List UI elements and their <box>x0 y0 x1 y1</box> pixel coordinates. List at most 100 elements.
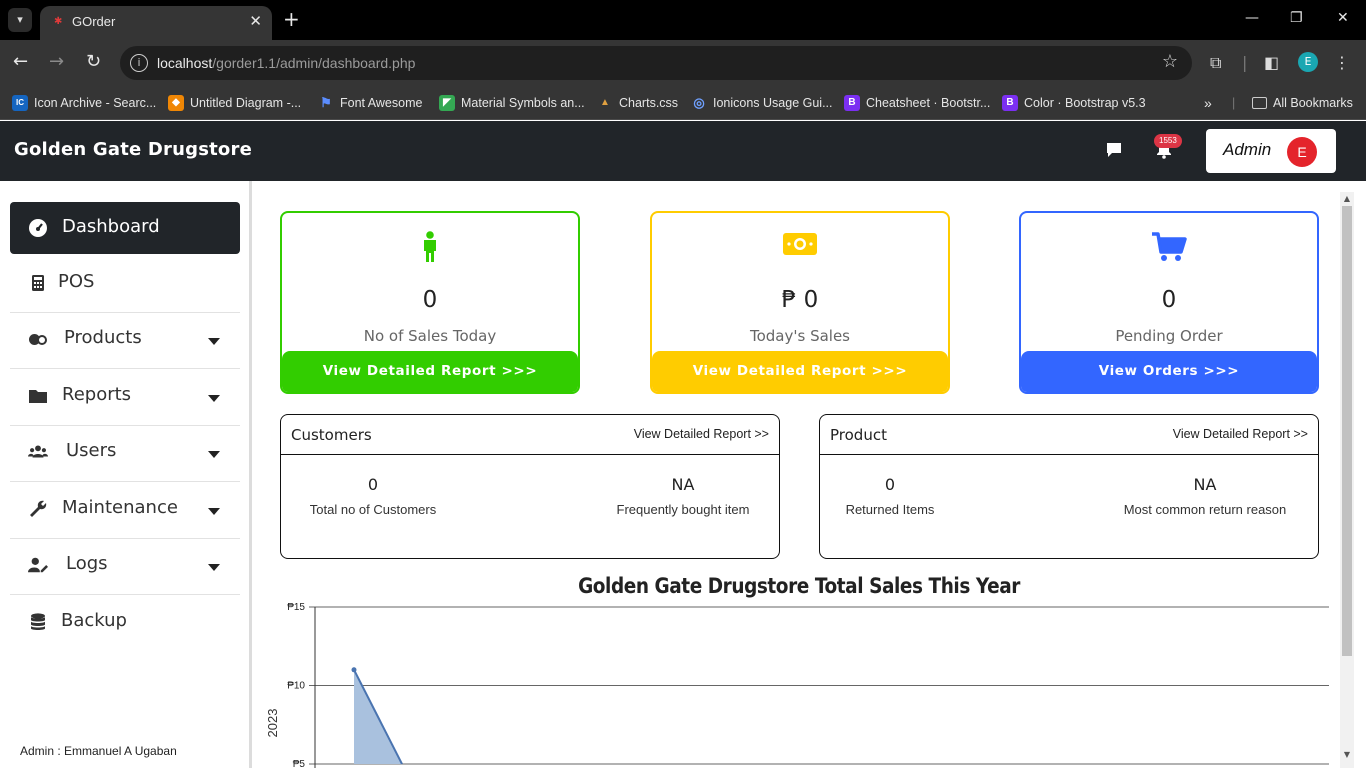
all-bookmarks[interactable]: All Bookmarks <box>1252 93 1353 113</box>
bookmark-favicon-icon: IC <box>12 95 28 111</box>
window-close-icon[interactable]: ✕ <box>1337 10 1349 26</box>
todays-sales-card: ₱ 0 Today's Sales View Detailed Report >… <box>650 211 950 394</box>
users-icon <box>28 445 48 458</box>
chevron-down-icon <box>208 395 220 402</box>
sidebar-item-maintenance[interactable]: Maintenance <box>10 483 240 539</box>
minimize-icon[interactable]: — <box>1245 10 1259 26</box>
sidebar-item-label: Reports <box>62 384 132 405</box>
bookmark-favicon-icon: ◆ <box>168 95 184 111</box>
view-detailed-report-button[interactable]: View Detailed Report >>> <box>652 351 948 392</box>
page-scrollbar[interactable]: ▲ ▼ <box>1340 192 1354 768</box>
sidebar-item-users[interactable]: Users <box>10 426 240 482</box>
browser-toolbar: ← → ↻ i localhost/gorder1.1/admin/dashbo… <box>0 40 1366 86</box>
common-return-reason-stat: NA Most common return reason <box>1112 475 1298 517</box>
panel-title: Product <box>830 426 887 444</box>
bookmark-item[interactable]: ◤ Material Symbols an... <box>439 93 585 113</box>
card-label: No of Sales Today <box>363 327 497 345</box>
profile-avatar[interactable]: E <box>1298 52 1318 72</box>
sales-chart: ₱15 ₱10 ₱5 2023 <box>265 602 1329 768</box>
product-panel: Product View Detailed Report >> 0 Return… <box>819 414 1319 559</box>
bookmark-item[interactable]: ▲ Charts.css <box>597 93 678 113</box>
data-point <box>351 667 357 673</box>
sidebar-item-pos[interactable]: POS <box>10 257 240 313</box>
y-tick-label: ₱5 <box>293 759 306 768</box>
browser-tabstrip: ▾ ✱ GOrder ✕ + — ❐ ✕ <box>0 0 1366 40</box>
sidebar-item-logs[interactable]: Logs <box>10 539 240 595</box>
more-bookmarks-icon[interactable]: » <box>1204 93 1212 113</box>
stat-label: Total no of Customers <box>309 502 437 517</box>
scroll-down-icon[interactable]: ▼ <box>1342 750 1352 759</box>
scroll-up-icon[interactable]: ▲ <box>1342 194 1352 203</box>
new-tab-icon[interactable]: + <box>283 8 300 30</box>
bookmark-star-icon[interactable]: ☆ <box>1162 51 1178 72</box>
browser-tab[interactable]: ✱ GOrder ✕ <box>40 6 272 40</box>
toolbar-divider: | <box>1242 53 1248 72</box>
browser-menu-icon[interactable]: ⋮ <box>1334 53 1350 72</box>
chevron-down-icon <box>208 451 220 458</box>
stat-value: NA <box>1193 475 1217 494</box>
site-info-icon[interactable]: i <box>130 54 148 72</box>
folder-icon <box>29 390 47 403</box>
sidebar-item-products[interactable]: Products <box>10 313 240 369</box>
sidebar-item-label: Logs <box>66 553 108 574</box>
tab-search-icon[interactable]: ▾ <box>8 8 32 32</box>
card-value: 0 <box>422 287 438 313</box>
reload-icon[interactable]: ↻ <box>86 52 101 72</box>
scroll-thumb[interactable] <box>1342 206 1352 656</box>
chevron-down-icon <box>208 338 220 345</box>
bookmark-item[interactable]: B Cheatsheet · Bootstr... <box>844 93 990 113</box>
bookmark-item[interactable]: B Color · Bootstrap v5.3 <box>1002 93 1146 113</box>
sidebar-item-dashboard[interactable]: Dashboard <box>10 202 240 254</box>
database-icon <box>31 613 45 630</box>
bookmark-favicon-icon: B <box>844 95 860 111</box>
view-detailed-report-link[interactable]: View Detailed Report >> <box>634 427 769 441</box>
panel-header: Product View Detailed Report >> <box>820 415 1318 455</box>
sidebar-item-backup[interactable]: Backup <box>10 596 240 652</box>
extensions-icon[interactable]: ⧉ <box>1210 53 1221 73</box>
bookmark-item[interactable]: ⚑ Font Awesome <box>318 93 422 113</box>
money-bill-icon <box>652 231 948 261</box>
gauge-icon <box>29 219 47 237</box>
user-pen-icon <box>28 557 48 573</box>
tab-title: GOrder <box>72 14 116 29</box>
sidebar-item-label: Backup <box>61 610 127 631</box>
total-customers-stat: 0 Total no of Customers <box>301 475 445 517</box>
chevron-down-icon <box>208 564 220 571</box>
view-orders-button[interactable]: View Orders >>> <box>1021 351 1317 392</box>
bookmark-item[interactable]: IC Icon Archive - Searc... <box>12 93 156 113</box>
sidebar-item-label: Dashboard <box>62 216 160 237</box>
bookmark-favicon-icon: ◎ <box>693 95 705 110</box>
tab-close-icon[interactable]: ✕ <box>249 12 262 30</box>
card-label: Pending Order <box>1115 327 1223 345</box>
side-panel-icon[interactable]: ◧ <box>1264 53 1279 72</box>
restore-icon[interactable]: ❐ <box>1290 10 1303 26</box>
folder-icon <box>1252 97 1267 109</box>
url-text[interactable]: localhost/gorder1.1/admin/dashboard.php <box>157 55 415 71</box>
card-value: 0 <box>1161 287 1177 313</box>
sidebar-item-label: Products <box>64 327 142 348</box>
admin-menu-button[interactable]: Admin E <box>1206 129 1336 173</box>
bookmark-item[interactable]: ◆ Untitled Diagram -... <box>168 93 301 113</box>
panel-header: Customers View Detailed Report >> <box>281 415 779 455</box>
forward-icon[interactable]: → <box>49 52 64 72</box>
address-bar[interactable]: i localhost/gorder1.1/admin/dashboard.ph… <box>120 46 1192 80</box>
sidebar-item-reports[interactable]: Reports <box>10 370 240 426</box>
stat-label: Most common return reason <box>1123 502 1287 517</box>
logged-in-user: Admin : Emmanuel A Ugaban <box>20 744 177 758</box>
view-detailed-report-link[interactable]: View Detailed Report >> <box>1173 427 1308 441</box>
cart-icon <box>1021 231 1317 267</box>
frequently-bought-stat: NA Frequently bought item <box>603 475 763 517</box>
message-icon[interactable] <box>1105 141 1123 159</box>
panel-title: Customers <box>291 426 372 444</box>
back-icon[interactable]: ← <box>13 52 28 72</box>
tab-favicon-icon: ✱ <box>54 16 63 27</box>
wrench-icon <box>30 500 47 517</box>
brand-title[interactable]: Golden Gate Drugstore <box>14 139 252 160</box>
y-tick-label: ₱10 <box>287 681 305 692</box>
y-tick-label: ₱15 <box>287 602 305 613</box>
bookmark-item[interactable]: ◎ Ionicons Usage Gui... <box>691 93 832 113</box>
bookmark-favicon-icon: ▲ <box>600 97 610 108</box>
sales-count-card: 0 No of Sales Today View Detailed Report… <box>280 211 580 394</box>
view-detailed-report-button[interactable]: View Detailed Report >>> <box>282 351 578 392</box>
person-icon <box>282 231 578 267</box>
